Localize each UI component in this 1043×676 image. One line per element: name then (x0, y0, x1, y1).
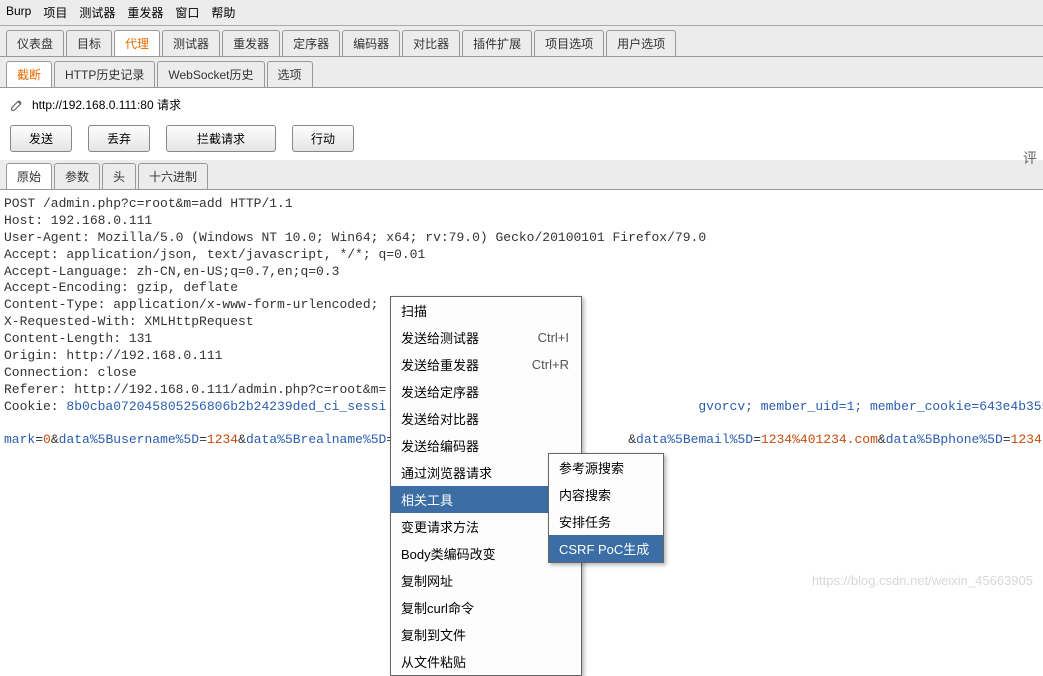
ctx-item-扫描[interactable]: 扫描 (391, 297, 581, 324)
ctx-item-发送给测试器[interactable]: 发送给测试器Ctrl+I (391, 324, 581, 351)
menubar: Burp 项目 测试器 重发器 窗口 帮助 (0, 0, 1043, 26)
ctx2-item-参考源搜索[interactable]: 参考源搜索 (549, 454, 663, 481)
ctx2-item-安排任务[interactable]: 安排任务 (549, 508, 663, 535)
tab-target[interactable]: 目标 (66, 30, 112, 56)
menu-window[interactable]: 窗口 (175, 4, 199, 21)
action-button[interactable]: 行动 (292, 125, 354, 152)
ctx2-item-内容搜索[interactable]: 内容搜索 (549, 481, 663, 508)
viewtab-headers[interactable]: 头 (102, 163, 136, 189)
ctx-item-发送给定序器[interactable]: 发送给定序器 (391, 378, 581, 405)
ctx-item-发送给重发器[interactable]: 发送给重发器Ctrl+R (391, 351, 581, 378)
tab-extender[interactable]: 插件扩展 (462, 30, 532, 56)
menu-burp[interactable]: Burp (6, 4, 31, 21)
ctx-item-从文件粘贴[interactable]: 从文件粘贴 (391, 648, 581, 675)
viewtab-raw[interactable]: 原始 (6, 163, 52, 189)
tab-repeater[interactable]: 重发器 (222, 30, 280, 56)
view-tabs: 原始 参数 头 十六进制 (0, 160, 1043, 190)
comment-icon[interactable]: 评 (1023, 148, 1037, 168)
tab-user-options[interactable]: 用户选项 (606, 30, 676, 56)
ctx2-item-CSRF PoC生成[interactable]: CSRF PoC生成 (549, 535, 663, 562)
menu-help[interactable]: 帮助 (211, 4, 235, 21)
drop-button[interactable]: 丢弃 (88, 125, 150, 152)
subtab-ws-history[interactable]: WebSocket历史 (157, 61, 264, 87)
forward-button[interactable]: 发送 (10, 125, 72, 152)
tab-proxy[interactable]: 代理 (114, 30, 160, 56)
menu-tester[interactable]: 测试器 (79, 4, 115, 21)
subtab-http-history[interactable]: HTTP历史记录 (54, 61, 155, 87)
intercept-toggle-button[interactable]: 拦截请求 (166, 125, 276, 152)
menu-project[interactable]: 项目 (43, 4, 67, 21)
tab-dashboard[interactable]: 仪表盘 (6, 30, 64, 56)
main-tabs: 仪表盘 目标 代理 测试器 重发器 定序器 编码器 对比器 插件扩展 项目选项 … (0, 26, 1043, 57)
edit-icon[interactable] (10, 98, 24, 112)
subtab-intercept[interactable]: 截断 (6, 61, 52, 87)
sub-tabs: 截断 HTTP历史记录 WebSocket历史 选项 (0, 57, 1043, 88)
request-line: http://192.168.0.111:80 请求 (0, 88, 1043, 121)
subtab-options[interactable]: 选项 (267, 61, 313, 87)
tab-sequencer[interactable]: 定序器 (282, 30, 340, 56)
action-buttons: 发送 丢弃 拦截请求 行动 (0, 121, 1043, 160)
tab-comparer[interactable]: 对比器 (402, 30, 460, 56)
viewtab-params[interactable]: 参数 (54, 163, 100, 189)
watermark: https://blog.csdn.net/weixin_45663905 (812, 573, 1033, 588)
ctx-item-复制到文件[interactable]: 复制到文件 (391, 621, 581, 648)
tab-project-options[interactable]: 项目选项 (534, 30, 604, 56)
request-url: http://192.168.0.111:80 请求 (32, 96, 181, 113)
tab-decoder[interactable]: 编码器 (342, 30, 400, 56)
ctx-item-发送给对比器[interactable]: 发送给对比器 (391, 405, 581, 432)
ctx-item-复制curl命令[interactable]: 复制curl命令 (391, 594, 581, 621)
tab-intruder[interactable]: 测试器 (162, 30, 220, 56)
viewtab-hex[interactable]: 十六进制 (138, 163, 208, 189)
context-menu-engagement: 参考源搜索内容搜索安排任务CSRF PoC生成 (548, 453, 664, 563)
ctx-item-复制网址[interactable]: 复制网址 (391, 567, 581, 594)
menu-repeater[interactable]: 重发器 (127, 4, 163, 21)
